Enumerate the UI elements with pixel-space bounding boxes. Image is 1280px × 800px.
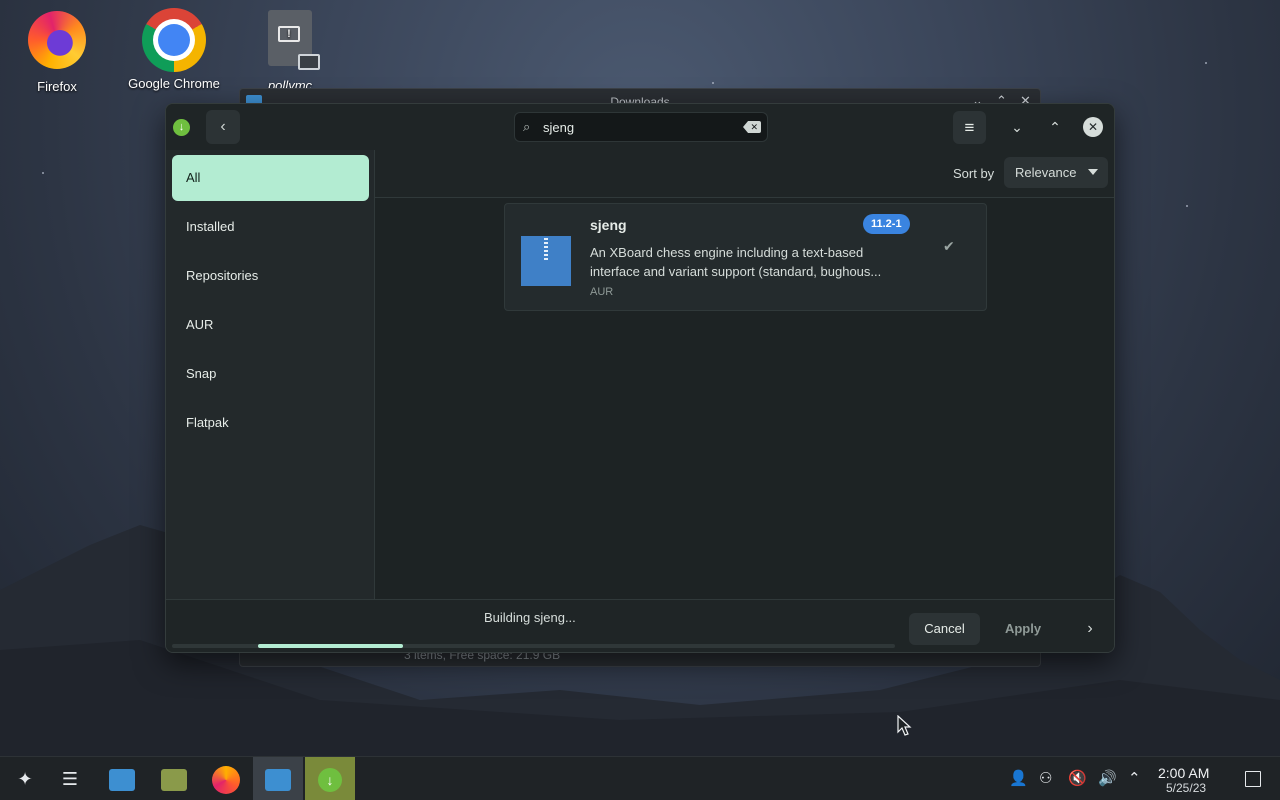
firefox-icon bbox=[28, 11, 86, 69]
footer-bar: Building sjeng... Cancel Apply › bbox=[166, 599, 1114, 652]
archive-package-icon bbox=[521, 236, 571, 286]
back-button[interactable]: ‹ bbox=[206, 110, 240, 144]
clear-search-icon[interactable]: ✕ bbox=[743, 121, 761, 133]
close-icon: ✕ bbox=[1087, 120, 1099, 134]
search-icon: ⌕ bbox=[523, 119, 531, 134]
package-repo: AUR bbox=[590, 286, 614, 298]
store-bag-icon bbox=[109, 769, 135, 792]
cancel-button[interactable]: Cancel bbox=[909, 613, 980, 645]
folder-icon bbox=[161, 769, 187, 792]
hamburger-icon: ≡ bbox=[964, 118, 975, 137]
desktop-icon-google-chrome[interactable]: Google Chrome bbox=[119, 8, 229, 91]
search-value: sjeng bbox=[543, 120, 575, 135]
sort-selected: Relevance bbox=[1015, 165, 1077, 180]
package-manager-window[interactable]: ↓ ‹ ⌕ sjeng ✕ ≡ ⌄ ⌃ ✕ All Installed Repo… bbox=[165, 103, 1115, 653]
header-bar: ↓ ‹ ⌕ sjeng ✕ ≡ ⌄ ⌃ ✕ bbox=[166, 104, 1114, 150]
chrome-icon bbox=[142, 8, 206, 72]
results-list: sjeng 11.2-1 An XBoard chess engine incl… bbox=[375, 198, 1114, 599]
clock-date[interactable]: 5/25/23 bbox=[1166, 781, 1206, 795]
sidebar-item-aur[interactable]: AUR bbox=[172, 302, 369, 348]
app-launcher-button[interactable]: ✦ bbox=[0, 757, 50, 800]
sort-dropdown[interactable]: Relevance bbox=[1004, 157, 1108, 188]
chevron-right-icon[interactable]: › bbox=[1078, 617, 1102, 641]
sidebar: All Installed Repositories AUR Snap Flat… bbox=[166, 150, 375, 599]
sort-label: Sort by bbox=[953, 166, 995, 181]
star bbox=[42, 172, 44, 174]
taskbar-system-settings[interactable]: ☰ bbox=[45, 757, 95, 800]
sidebar-item-installed[interactable]: Installed bbox=[172, 204, 369, 250]
progress-fill bbox=[258, 644, 403, 648]
star bbox=[712, 82, 714, 84]
sidebar-item-all[interactable]: All bbox=[172, 155, 369, 201]
apply-button[interactable]: Apply bbox=[989, 613, 1057, 645]
package-card[interactable]: sjeng 11.2-1 An XBoard chess engine incl… bbox=[504, 203, 987, 311]
taskbar-file-manager[interactable] bbox=[149, 757, 199, 800]
settings-sliders-icon: ☰ bbox=[61, 769, 79, 789]
mouse-cursor-icon bbox=[897, 715, 912, 736]
sidebar-item-repositories[interactable]: Repositories bbox=[172, 253, 369, 299]
taskbar-discover[interactable] bbox=[97, 757, 147, 800]
search-input[interactable]: ⌕ sjeng ✕ bbox=[514, 112, 768, 142]
clock-time[interactable]: 2:00 AM bbox=[1158, 765, 1209, 781]
download-app-icon: ↓ bbox=[173, 119, 190, 136]
version-badge: 11.2-1 bbox=[863, 214, 910, 234]
launcher-icon: ✦ bbox=[17, 769, 33, 789]
desktop-icon-firefox[interactable]: Firefox bbox=[2, 8, 112, 94]
chevron-up-icon: ⌃ bbox=[1049, 119, 1061, 135]
volume-icon[interactable]: 🔊 bbox=[1098, 769, 1117, 787]
package-name: sjeng bbox=[590, 217, 627, 233]
speaker-muted-icon[interactable]: 🔇 bbox=[1068, 769, 1087, 787]
sidebar-item-snap[interactable]: Snap bbox=[172, 351, 369, 397]
taskbar-downloads-folder[interactable] bbox=[253, 757, 303, 800]
taskbar-firefox[interactable] bbox=[201, 757, 251, 800]
build-progress-bar bbox=[172, 644, 895, 648]
show-desktop-icon[interactable] bbox=[1245, 771, 1261, 787]
menu-button[interactable]: ≡ bbox=[953, 111, 986, 144]
chevron-left-icon: ‹ bbox=[220, 118, 226, 135]
user-switch-icon[interactable]: ⚇ bbox=[1039, 769, 1052, 787]
taskbar: ✦ ☰ ↓ 👤 ⚇ 🔇 🔊 ⌃ 2:00 AM 5/25/23 bbox=[0, 756, 1280, 800]
firefox-icon bbox=[212, 766, 240, 795]
executable-file-icon: ! bbox=[268, 10, 320, 70]
caret-down-icon bbox=[1088, 169, 1098, 175]
folder-icon bbox=[265, 769, 291, 792]
build-status: Building sjeng... bbox=[484, 610, 576, 625]
checkmark-icon[interactable]: ✔ bbox=[943, 238, 955, 255]
desktop-icon-label: Firefox bbox=[37, 79, 77, 94]
desktop-icon-label: Google Chrome bbox=[128, 76, 220, 91]
sidebar-item-flatpak[interactable]: Flatpak bbox=[172, 400, 369, 446]
user-icon[interactable]: 👤 bbox=[1009, 769, 1028, 787]
chevron-up-icon[interactable]: ⌃ bbox=[1128, 769, 1141, 787]
taskbar-package-manager[interactable]: ↓ bbox=[305, 757, 355, 800]
minimize-button[interactable]: ⌄ bbox=[1006, 116, 1028, 138]
desktop-icon-pollymc[interactable]: ! pollymc bbox=[235, 8, 345, 93]
package-description: An XBoard chess engine including a text-… bbox=[590, 245, 882, 279]
close-button[interactable]: ✕ bbox=[1083, 117, 1103, 137]
maximize-button[interactable]: ⌃ bbox=[1044, 116, 1066, 138]
star bbox=[1186, 205, 1188, 207]
star bbox=[1205, 62, 1207, 64]
chevron-down-icon: ⌄ bbox=[1011, 119, 1023, 135]
download-app-icon: ↓ bbox=[318, 768, 342, 793]
